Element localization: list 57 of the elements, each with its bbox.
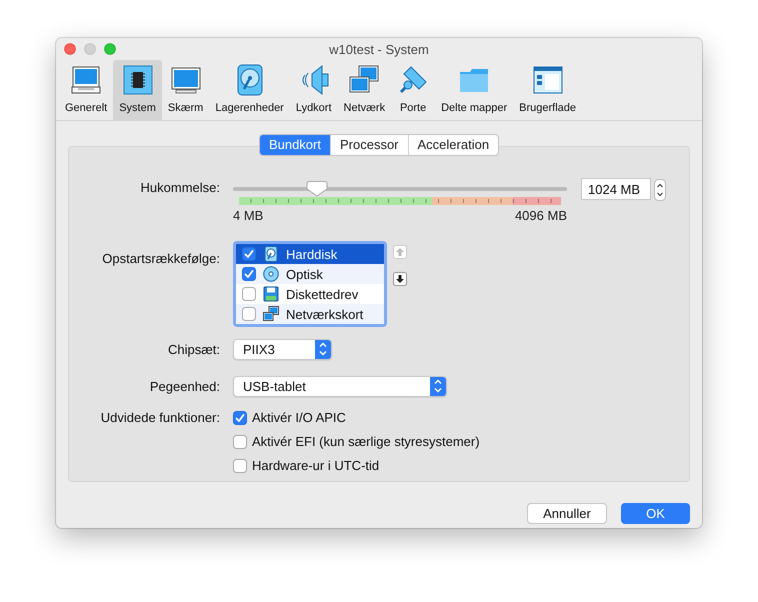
- tab[interactable]: Processor: [330, 135, 408, 155]
- two-monitors-icon: [263, 306, 279, 322]
- zoom-button[interactable]: [104, 43, 116, 55]
- chevron-icon: [315, 340, 331, 359]
- item-label: Netværkskort: [286, 306, 364, 322]
- memory-field[interactable]: 1024 MB: [581, 178, 651, 200]
- checkbox-label: Aktivér I/O APIC: [252, 410, 346, 425]
- minimize-button[interactable]: [84, 43, 96, 55]
- cancel-button[interactable]: Annuller: [527, 503, 607, 524]
- tab[interactable]: Acceleration: [408, 135, 498, 155]
- plug-icon: [397, 64, 430, 96]
- list-item[interactable]: Harddisk: [236, 244, 384, 264]
- toolbar-tab[interactable]: System: [113, 60, 162, 120]
- checkbox-label: Aktivér EFI (kun særlige styresystemer): [252, 434, 480, 449]
- toolbar-tab[interactable]: Porte: [391, 60, 436, 120]
- chip-icon: [122, 64, 154, 96]
- field-label: Hukommelse:: [140, 180, 220, 195]
- window-icon: [532, 64, 564, 96]
- list-item[interactable]: Optisk: [236, 264, 384, 284]
- monitor-icon: [70, 64, 102, 96]
- toolbar-tab[interactable]: Lagerenheder: [209, 60, 290, 120]
- stepper[interactable]: [654, 179, 666, 201]
- checkbox[interactable]: [242, 287, 256, 301]
- item-label: Diskettedrev: [286, 286, 358, 302]
- checkbox[interactable]: [242, 267, 256, 281]
- field-label: Udvidede funktioner:: [100, 410, 220, 425]
- checkbox[interactable]: [242, 307, 256, 321]
- toolbar-tab[interactable]: Skærm: [162, 60, 210, 120]
- list-item[interactable]: Netværkskort: [236, 304, 384, 324]
- toolbar-tab[interactable]: Generelt: [59, 60, 114, 120]
- checkbox[interactable]: [233, 458, 247, 472]
- slider-thumb[interactable]: [306, 180, 328, 197]
- toolbar-tab[interactable]: Lydkort: [290, 60, 338, 120]
- field-label: Opstartsrækkefølge:: [101, 251, 220, 266]
- list-item[interactable]: Diskettedrev: [236, 284, 384, 304]
- item-label: Optisk: [286, 266, 323, 282]
- field-label: Chipsæt:: [166, 342, 220, 357]
- dropdown[interactable]: PIIX3: [233, 339, 332, 360]
- tab[interactable]: Bundkort: [260, 135, 330, 155]
- checkbox[interactable]: [233, 434, 247, 448]
- window-title: w10test - System: [328, 42, 430, 56]
- min-label: 4 MB: [233, 208, 264, 223]
- checkbox-label: Hardware-ur i UTC-tid: [252, 458, 380, 473]
- close-button[interactable]: [64, 43, 76, 55]
- item-label: Harddisk: [286, 246, 338, 262]
- toolbar-tab[interactable]: Netværk: [338, 60, 392, 120]
- toolbar-tab[interactable]: Delte mapper: [435, 60, 514, 120]
- down-arrow-button[interactable]: [393, 272, 407, 286]
- toolbar-tab[interactable]: Brugerflade: [513, 60, 582, 120]
- max-label: 4096 MB: [514, 208, 567, 223]
- checkbox[interactable]: [242, 247, 256, 261]
- dropdown[interactable]: USB-tablet: [233, 376, 447, 397]
- ok-button[interactable]: OK: [621, 503, 690, 524]
- chevron-icon: [430, 377, 446, 396]
- checkbox[interactable]: [233, 410, 247, 424]
- disc-icon: [263, 266, 279, 282]
- field-label: Pegeenhed:: [148, 379, 220, 394]
